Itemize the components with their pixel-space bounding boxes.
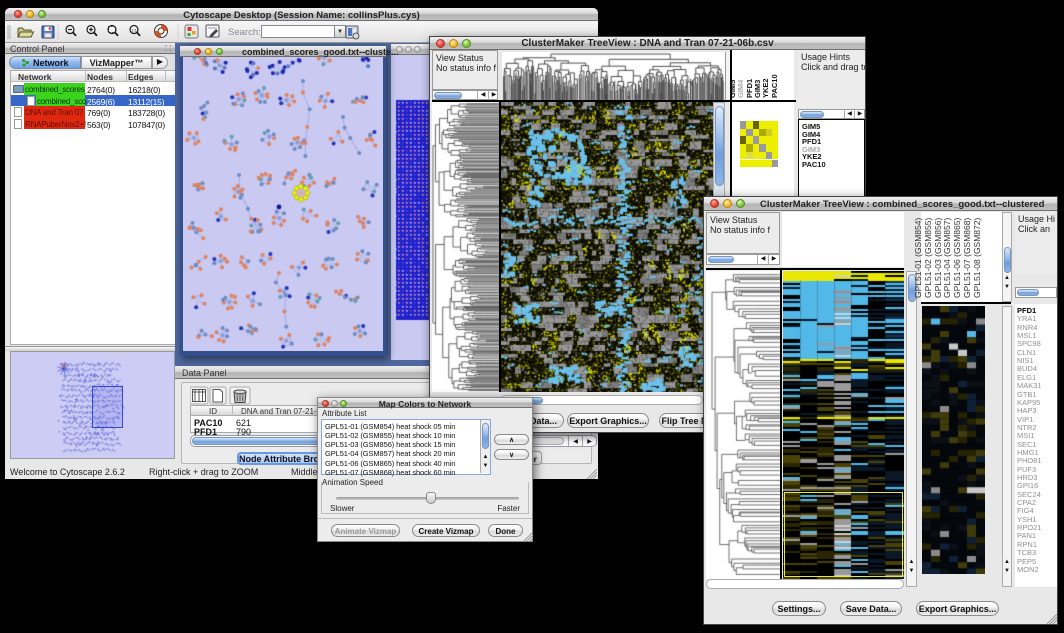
svg-text:1:1: 1:1 xyxy=(131,27,137,32)
